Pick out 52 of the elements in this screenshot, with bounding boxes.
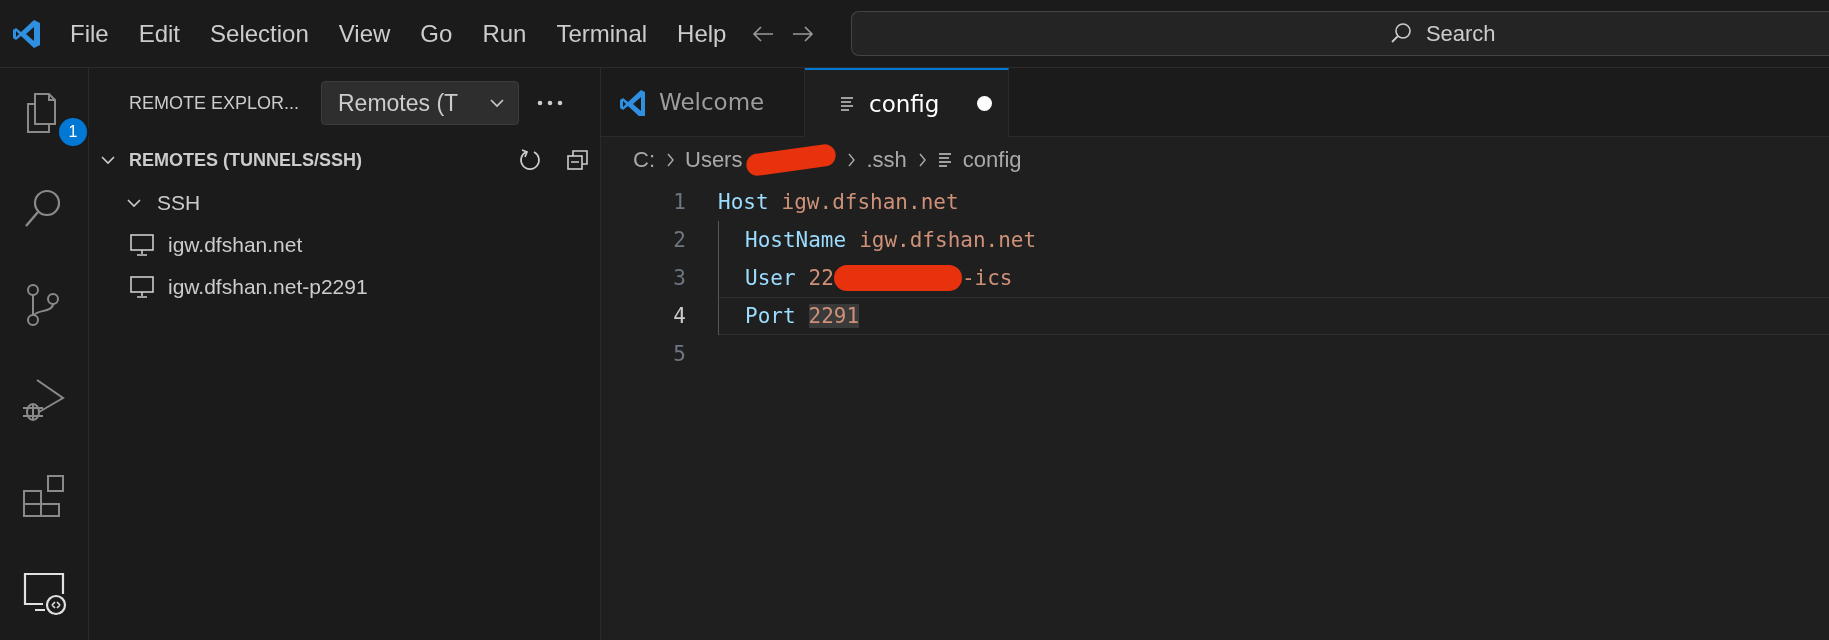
breadcrumb-item[interactable]: config (936, 147, 1022, 173)
code-text: HostName (745, 228, 847, 252)
code-text: 2291 (808, 304, 860, 328)
editor-tab[interactable]: config (805, 68, 1009, 137)
menu-item[interactable]: View (338, 19, 391, 48)
line-number: 3 (672, 266, 686, 290)
code-text: igw.dfshan.net (781, 190, 959, 214)
tree-item[interactable]: igw.dfshan.net (130, 224, 303, 266)
extensions-icon[interactable] (21, 474, 67, 520)
menu-item[interactable]: Run (482, 19, 527, 48)
remote-explorer-icon[interactable] (21, 570, 67, 616)
monitor-icon (130, 276, 154, 298)
run-debug-icon[interactable] (21, 378, 67, 424)
code-text: 22 (808, 266, 834, 290)
collapse-all-icon[interactable] (566, 148, 590, 172)
code-text: Host (718, 190, 769, 214)
code-text: -ics (961, 266, 1013, 290)
line-number: 5 (672, 342, 686, 366)
breadcrumb-item[interactable]: Users (685, 147, 743, 173)
line-number: 2 (672, 228, 686, 252)
line-number: 4 (672, 304, 686, 328)
app-logo-icon (12, 17, 42, 50)
search-icon (1390, 22, 1413, 44)
line-number: 1 (672, 190, 686, 214)
panel-title: REMOTE EXPLOR... (129, 92, 301, 114)
view-dropdown[interactable]: Remotes (T (321, 81, 519, 125)
menu-item[interactable]: Selection (210, 19, 309, 48)
search-field[interactable]: Search (851, 11, 1829, 56)
code-text: User (745, 266, 796, 290)
tree-item[interactable]: SSH (125, 182, 201, 224)
menu-item[interactable]: File (70, 19, 109, 48)
monitor-icon (130, 234, 154, 256)
section-title[interactable]: REMOTES (TUNNELS/SSH) (129, 149, 362, 171)
files-icon[interactable] (27, 93, 56, 133)
file-lines-icon (839, 94, 855, 113)
tree-item[interactable]: igw.dfshan.net-p2291 (130, 266, 368, 308)
code-text: igw.dfshan.net (859, 228, 1037, 252)
menu-item[interactable]: Go (420, 19, 453, 48)
menu-item[interactable]: Terminal (556, 19, 648, 48)
more-actions-icon[interactable] (537, 99, 563, 107)
breadcrumb-item[interactable]: C: (633, 147, 655, 173)
menu-item[interactable]: Help (677, 19, 727, 48)
menu-item[interactable]: Edit (138, 19, 181, 48)
breadcrumb-item[interactable]: .ssh (866, 147, 907, 173)
app-logo-icon (619, 88, 645, 116)
count-badge: 1 (57, 116, 89, 148)
forward-arrow-icon[interactable] (792, 24, 815, 43)
back-arrow-icon[interactable] (752, 24, 775, 43)
file-lines-icon (936, 151, 953, 169)
code-text: Port (745, 304, 796, 328)
unsaved-dot-icon (977, 96, 992, 111)
refresh-icon[interactable] (518, 148, 542, 172)
